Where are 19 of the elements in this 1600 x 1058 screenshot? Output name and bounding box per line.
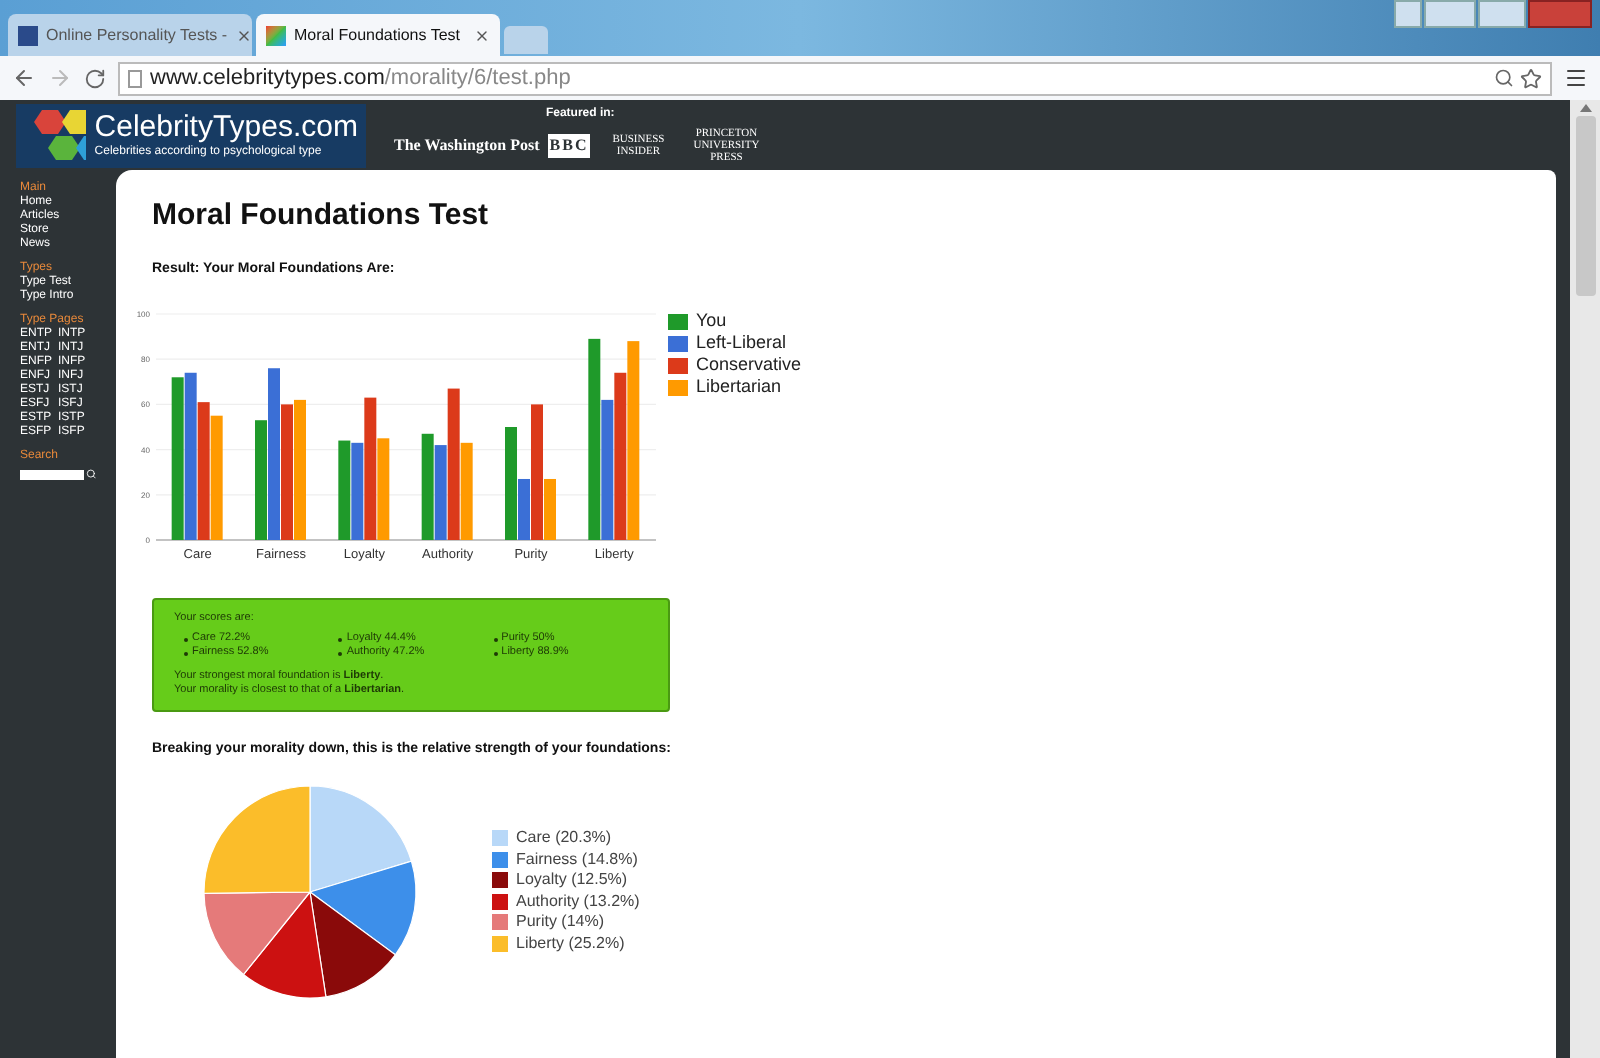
logo-name: CelebrityTypes.com — [94, 112, 358, 142]
legend-label: You — [696, 310, 727, 332]
legend-label: Libertarian — [696, 376, 782, 398]
legend-label: Left-Liberal — [696, 332, 787, 354]
legend-label: Conservative — [696, 354, 802, 376]
outlet-logo: The Washington Post — [394, 134, 540, 158]
browser-tab[interactable]: Moral Foundations Test — [256, 14, 500, 56]
legend-label: Liberty (25.2%) — [516, 933, 625, 954]
legend-label: Purity (14%) — [516, 912, 605, 933]
outlet-logo: BBC — [547, 134, 591, 158]
url-path: /morality/6/test.php — [384, 63, 571, 94]
address-bar[interactable]: www.celebritytypes.com/morality/6/test.php — [118, 61, 1552, 95]
url-domain: www.celebritytypes.com — [150, 63, 385, 94]
legend-label: Fairness (14.8%) — [516, 849, 638, 870]
legend-label: Authority (13.2%) — [516, 891, 640, 912]
legend-label: Care (20.3%) — [516, 828, 612, 849]
browser-tab[interactable]: Online Personality Tests - — [8, 14, 252, 56]
page-title: Moral Foundations Test — [152, 196, 491, 236]
legend-label: Loyalty (12.5%) — [516, 870, 628, 891]
